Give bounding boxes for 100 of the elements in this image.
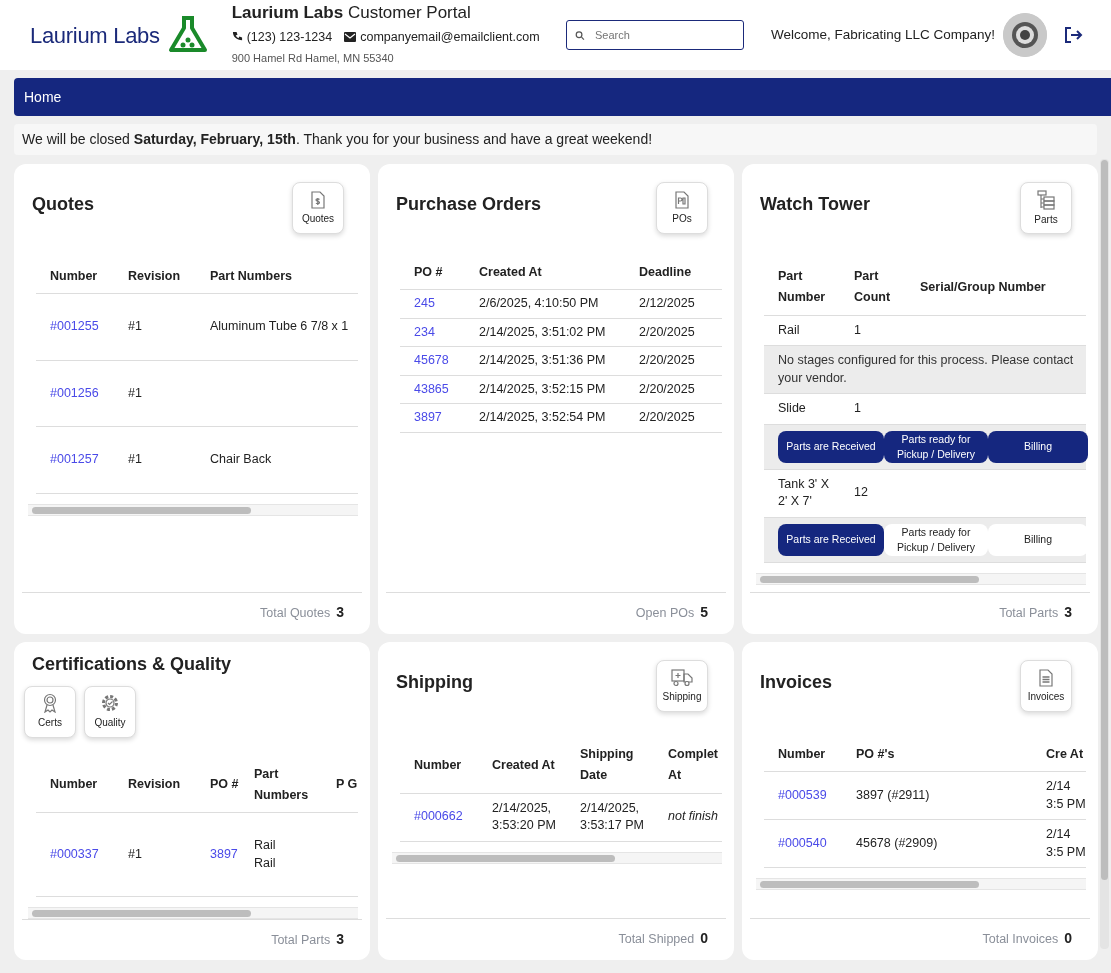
mail-icon (344, 31, 357, 42)
record-link[interactable]: #001257 (50, 452, 99, 467)
nav-tile-button[interactable]: Parts (1020, 182, 1072, 234)
column-header: Part Numbers (240, 757, 322, 813)
search-field[interactable]: Search (566, 20, 745, 50)
column-header: Created At (478, 738, 566, 793)
column-header: Part Count (840, 260, 906, 315)
table-cell: Rail Rail (240, 812, 322, 897)
table-cell: 2/14/2025, 3:53:17 PM (566, 793, 654, 841)
column-header: Number (764, 738, 842, 772)
record-link[interactable]: #001255 (50, 319, 99, 334)
total-count: 0 (1064, 930, 1072, 946)
nav-tile-button[interactable]: Certs (24, 685, 76, 738)
stage-step: Parts ready for Pickup / Delivery (884, 430, 988, 463)
total-label: Total Quotes (260, 606, 331, 620)
table-cell: 12 (840, 469, 906, 517)
award-icon (42, 693, 58, 714)
record-link[interactable]: #000539 (778, 788, 827, 802)
column-header: P G (322, 757, 358, 813)
column-header: PO #'s (842, 738, 1032, 772)
horizontal-scrollbar[interactable] (28, 907, 358, 920)
record-link[interactable]: 45678 (414, 353, 449, 368)
horizontal-scrollbar[interactable] (28, 503, 358, 516)
card-title: Quotes (32, 194, 94, 216)
gear-icon (100, 693, 120, 714)
record-link[interactable]: 234 (414, 324, 435, 339)
search-icon (575, 29, 585, 41)
column-header: Part Number (764, 260, 840, 315)
table-cell: Chair Back (196, 426, 358, 494)
stage-step: Parts ready for Pickup / Delivery (884, 523, 988, 556)
total-count: 3 (336, 604, 344, 620)
total-count: 3 (1064, 604, 1072, 620)
column-header: Number (36, 757, 114, 813)
column-header: Complet At (654, 738, 722, 793)
table-cell: Rail (764, 315, 840, 346)
horizontal-scrollbar[interactable] (756, 878, 1086, 891)
portal-title: Laurium Labs Customer Portal (231, 3, 472, 24)
nav-tile-button[interactable]: Quotes (292, 182, 344, 234)
table-cell: 2/20/2025 (625, 403, 722, 433)
record-link[interactable]: 245 (414, 296, 435, 311)
total-label: Total Parts (999, 606, 1059, 620)
record-link[interactable]: #000337 (50, 846, 99, 861)
flask-icon (167, 16, 208, 54)
column-header: PO # (196, 757, 240, 813)
table-cell: 2/12/2025 (625, 289, 722, 319)
table-cell: Aluminum Tube 6 7/8 x 1 (196, 293, 358, 361)
table-cell: 2/14 3:5 PM (1032, 819, 1086, 868)
table-cell: 2/20/2025 (625, 318, 722, 347)
column-header: Number (36, 260, 114, 294)
total-label: Total Parts (271, 933, 331, 948)
nav-tile-button[interactable]: Invoices (1020, 660, 1072, 712)
table-cell: 2/14/2025, 3:51:36 PM (465, 346, 625, 376)
total-count: 5 (700, 604, 708, 620)
table-cell: 2/20/2025 (625, 375, 722, 404)
nav-link[interactable]: Home (24, 86, 62, 108)
horizontal-scrollbar[interactable] (392, 851, 722, 864)
closing-notice: We will be closed Saturday, February, 15th. Thank you for your business and have a great weekend! (14, 124, 1097, 155)
stage-step: Parts are Received (778, 430, 884, 463)
phone-number: (123) 123-1234 (246, 28, 333, 46)
page-scrollbar[interactable] (1100, 159, 1109, 949)
table-cell: not finish (654, 793, 722, 841)
total-label: Total Shipped (618, 932, 695, 946)
email-address: companyemail@emailclient.com (360, 28, 540, 46)
table-cell: 2/6/2025, 4:10:50 PM (465, 289, 625, 319)
truck-icon (671, 668, 693, 687)
table-cell: 2/14/2025, 3:53:20 PM (478, 793, 566, 841)
record-link[interactable]: #000662 (414, 809, 463, 824)
logout-icon[interactable] (1063, 25, 1083, 45)
total-count: 3 (336, 931, 344, 948)
nav-tile-button[interactable]: POs (656, 182, 708, 234)
table-cell: 2/20/2025 (625, 346, 722, 376)
dollar-document-icon (311, 190, 325, 209)
record-link[interactable]: 43865 (414, 381, 449, 396)
table-cell: 1 (840, 315, 906, 346)
record-link[interactable]: 3897 (210, 846, 238, 861)
table-cell: 2/14/2025, 3:52:15 PM (465, 375, 625, 404)
table-cell: 2/14/2025, 3:51:02 PM (465, 318, 625, 347)
total-count: 0 (700, 930, 708, 946)
document-icon (675, 190, 689, 209)
record-link[interactable]: 3897 (414, 410, 442, 425)
column-header: Part Numbers (196, 260, 358, 294)
horizontal-scrollbar[interactable] (756, 572, 1086, 585)
record-link[interactable]: #001256 (50, 385, 99, 400)
stage-step: Parts are Received (778, 523, 884, 556)
street-address: 900 Hamel Rd Hamel, MN 55340 (231, 51, 395, 67)
column-header: Created At (465, 256, 625, 290)
column-header: Serial/Group Number (906, 260, 1086, 315)
card-title: Certifications & Quality (32, 654, 233, 676)
welcome-message: Welcome, Fabricating LLC Company! (770, 25, 995, 44)
nav-tile-button[interactable]: Quality (84, 685, 136, 738)
record-link[interactable]: #000540 (778, 836, 827, 850)
stage-message: No stages configured for this process. Please contact your vendor. (764, 345, 1086, 394)
table-cell: #1 (114, 360, 196, 427)
table-cell: 2/14 3:5 PM (1032, 771, 1086, 820)
column-header: Deadline (625, 256, 722, 290)
avatar-icon[interactable] (1003, 13, 1047, 57)
table-cell: 45678 (#2909) (842, 819, 1032, 868)
nav-tile-button[interactable]: Shipping (656, 660, 708, 712)
card-title: Watch Tower (760, 194, 870, 216)
table-cell: 1 (840, 393, 906, 424)
